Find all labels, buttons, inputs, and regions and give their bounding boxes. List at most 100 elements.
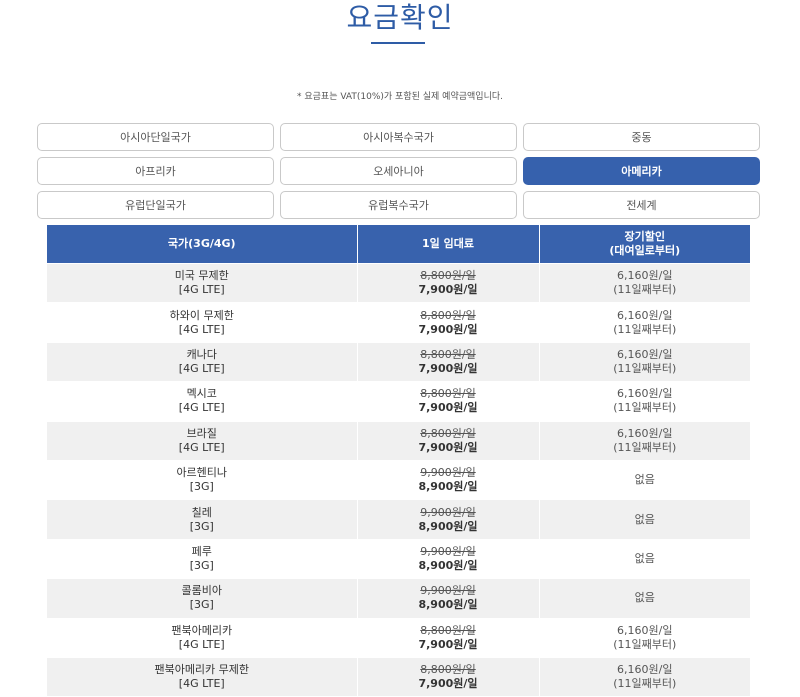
country-cell: 페루 [3G] <box>47 538 358 579</box>
country-name: 아르헨티나 <box>176 466 228 480</box>
table-row: 아르헨티나 [3G] 9,900원/일 8,900원/일 없음 <box>47 459 750 500</box>
country-name: 칠레 <box>191 505 212 519</box>
discount-note: (11일째부터) <box>613 361 677 375</box>
region-tab-africa[interactable]: 아프리카 <box>37 157 274 185</box>
original-price: 8,800원/일 <box>420 426 476 440</box>
table-row: 팬북아메리카 [4G LTE] 8,800원/일 7,900원/일 6,160원/일 (1… <box>47 617 750 658</box>
region-tab-europe-multi[interactable]: 유럽복수국가 <box>280 191 517 219</box>
table-row: 콜롬비아 [3G] 9,900원/일 8,900원/일 없음 <box>47 578 750 619</box>
longterm-discount-cell: 6,160원/일 (11일째부터) <box>539 656 750 697</box>
discount-note: (11일째부터) <box>613 637 677 651</box>
sale-price: 8,900원/일 <box>418 598 478 612</box>
country-cell: 아르헨티나 [3G] <box>47 459 358 500</box>
longterm-discount-cell: 없음 <box>539 499 750 540</box>
region-tab-middle-east[interactable]: 중동 <box>523 123 760 151</box>
table-row: 멕시코 [4G LTE] 8,800원/일 7,900원/일 6,160원/일 (11일째… <box>47 381 750 422</box>
table-row: 하와이 무제한 [4G LTE] 8,800원/일 7,900원/일 6,160원/일(… <box>47 302 750 343</box>
header-country: 국가(3G/4G) <box>47 225 358 264</box>
country-name: 멕시코 <box>186 387 217 401</box>
discount-rate: 없음 <box>634 512 655 526</box>
page-title: 요금확인 <box>346 1 454 34</box>
original-price: 8,800원/일 <box>420 663 476 677</box>
sale-price: 7,900원/일 <box>418 637 478 651</box>
daily-rate-cell: 8,800원/일 7,900원/일 <box>357 341 540 382</box>
discount-note: (11일째부터) <box>613 283 677 297</box>
discount-rate: 없음 <box>634 591 655 605</box>
discount-rate: 6,160원/일 <box>617 308 673 322</box>
longterm-discount-cell: 6,160원/일 (11일째부터) <box>539 420 750 461</box>
discount-rate: 6,160원/일 <box>617 269 673 283</box>
longterm-discount-cell: 6,160원/일 (11일째부터) <box>539 302 750 343</box>
region-tab-asia-single[interactable]: 아시아단일국가 <box>37 123 274 151</box>
table-row: 칠레 [3G] 9,900원/일 8,900원/일 없음 <box>47 499 750 540</box>
longterm-discount-cell: 6,160원/일 (11일째부터) <box>539 617 750 658</box>
daily-rate-cell: 9,900원/일 8,900원/일 <box>357 578 540 619</box>
network-type: [4G LTE] <box>178 637 225 651</box>
discount-rate: 6,160원/일 <box>617 426 673 440</box>
network-type: [4G LTE] <box>178 322 225 336</box>
daily-rate-cell: 9,900원/일 8,900원/일 <box>357 459 540 500</box>
network-type: [4G LTE] <box>178 361 225 375</box>
longterm-discount-cell: 6,160원/일 (11일째부터) <box>539 262 750 303</box>
discount-rate: 없음 <box>634 551 655 565</box>
region-tab-americas[interactable]: 아메리카 <box>523 157 760 185</box>
table-row: 미국 무제한 [4G LTE] 8,800원/일 7,900원/일 6,160원/일 (1… <box>47 262 750 303</box>
country-name: 미국 무제한 <box>174 269 229 283</box>
country-name: 페루 <box>191 544 212 558</box>
discount-note: (11일째부터) <box>613 322 677 336</box>
sale-price: 7,900원/일 <box>418 440 478 454</box>
discount-rate: 6,160원/일 <box>617 663 673 677</box>
network-type: [4G LTE] <box>178 677 225 691</box>
discount-rate: 6,160원/일 <box>617 347 673 361</box>
longterm-discount-cell: 없음 <box>539 538 750 579</box>
region-tab-worldwide[interactable]: 전세계 <box>523 191 760 219</box>
country-cell: 미국 무제한 [4G LTE] <box>47 262 358 303</box>
country-cell: 멕시코 [4G LTE] <box>47 381 358 422</box>
longterm-discount-cell: 6,160원/일 (11일째부터) <box>539 381 750 422</box>
country-cell: 하와이 무제한 [4G LTE] <box>47 302 358 343</box>
rate-table: 국가(3G/4G) 1일 임대료 장기할인 (대여일로부터) 미국 무제한 [4G… <box>47 225 750 697</box>
region-tab-europe-single[interactable]: 유럽단일국가 <box>37 191 274 219</box>
discount-note: (11일째부터) <box>613 677 677 691</box>
country-cell: 팬북아메리카 [4G LTE] <box>47 617 358 658</box>
discount-note: (11일째부터) <box>613 440 677 454</box>
discount-rate: 없음 <box>634 473 655 487</box>
sale-price: 7,900원/일 <box>418 401 478 415</box>
daily-rate-cell: 8,800원/일 7,900원/일 <box>357 656 540 697</box>
header-daily-rate: 1일 임대료 <box>357 225 540 264</box>
network-type: [3G] <box>189 558 214 572</box>
discount-rate: 6,160원/일 <box>617 623 673 637</box>
region-tab-oceania[interactable]: 오세아니아 <box>280 157 517 185</box>
sale-price: 8,900원/일 <box>418 558 478 572</box>
sale-price: 7,900원/일 <box>418 361 478 375</box>
daily-rate-cell: 9,900원/일 8,900원/일 <box>357 538 540 579</box>
original-price: 9,900원/일 <box>420 505 476 519</box>
original-price: 9,900원/일 <box>420 466 476 480</box>
region-tabs: 아시아단일국가 아시아복수국가 중동 아프리카 오세아니아 아메리카 유럽단일국… <box>37 123 760 219</box>
longterm-discount-cell: 없음 <box>539 578 750 619</box>
daily-rate-cell: 9,900원/일 8,900원/일 <box>357 499 540 540</box>
sale-price: 8,900원/일 <box>418 480 478 494</box>
header-longterm-line2: (대여일로부터) <box>609 244 681 257</box>
country-cell: 캐나다 [4G LTE] <box>47 341 358 382</box>
daily-rate-cell: 8,800원/일 7,900원/일 <box>357 617 540 658</box>
country-cell: 콜롬비아 [3G] <box>47 578 358 619</box>
network-type: [3G] <box>189 519 214 533</box>
original-price: 8,800원/일 <box>420 269 476 283</box>
network-type: [4G LTE] <box>178 283 225 297</box>
network-type: [4G LTE] <box>178 440 225 454</box>
region-tab-asia-multi[interactable]: 아시아복수국가 <box>280 123 517 151</box>
sale-price: 7,900원/일 <box>418 677 478 691</box>
original-price: 8,800원/일 <box>420 347 476 361</box>
discount-rate: 6,160원/일 <box>617 387 673 401</box>
original-price: 8,800원/일 <box>420 387 476 401</box>
vat-notice: * 요금표는 VAT(10%)가 포함된 실제 예약금액입니다. <box>297 92 503 102</box>
country-cell: 브라질 [4G LTE] <box>47 420 358 461</box>
longterm-discount-cell: 없음 <box>539 459 750 500</box>
sale-price: 7,900원/일 <box>418 322 478 336</box>
country-name: 캐나다 <box>186 347 217 361</box>
table-row: 캐나다 [4G LTE] 8,800원/일 7,900원/일 6,160원/일 (11일째… <box>47 341 750 382</box>
country-name: 팬북아메리카 <box>171 623 233 637</box>
discount-note: (11일째부터) <box>613 401 677 415</box>
country-name: 브라질 <box>186 426 217 440</box>
